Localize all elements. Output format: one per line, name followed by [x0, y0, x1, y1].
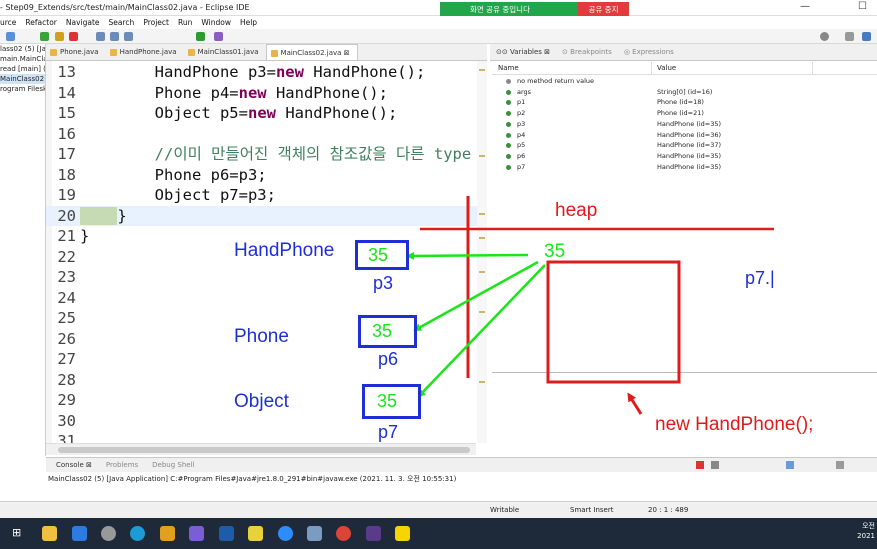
p7-name: p7 — [378, 422, 399, 442]
p6-name: p6 — [378, 349, 399, 369]
handphone-type-label: HandPhone — [234, 240, 335, 261]
new-object-arrow — [627, 392, 643, 415]
arrow-to-p6 — [413, 260, 539, 332]
object-type-label: Object — [234, 391, 289, 412]
heap-label: heap — [555, 200, 598, 221]
p3-name: p3 — [373, 273, 394, 293]
p3-reference-box: 35 — [355, 240, 409, 270]
p7-typing-text: p7.| — [745, 268, 775, 288]
new-handphone-label: new HandPhone(); — [655, 414, 814, 435]
arrow-to-p7 — [417, 264, 546, 398]
phone-type-label: Phone — [234, 326, 289, 347]
heap-object-box — [546, 260, 681, 384]
p7-reference-box: 35 — [362, 384, 421, 419]
p3-value: 35 — [368, 245, 389, 265]
p6-reference-box: 35 — [358, 315, 417, 348]
reference-value: 35 — [544, 241, 566, 262]
p7-value: 35 — [377, 391, 398, 411]
p6-value: 35 — [372, 321, 393, 341]
eclipse-window: - Step09_Extends/src/test/main/MainClass… — [0, 0, 877, 549]
arrow-to-p3 — [406, 251, 529, 260]
